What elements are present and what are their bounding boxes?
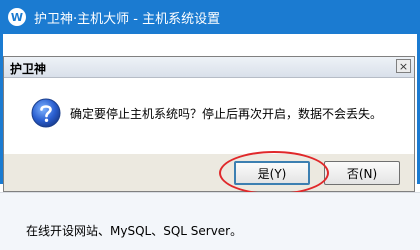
app-body-strip	[0, 192, 420, 250]
no-button[interactable]: 否(N)	[324, 161, 400, 185]
app-titlebar: W 护卫神·主机大师 - 主机系统设置	[0, 0, 420, 34]
dialog-message: 确定要停止主机系统吗？停止后再次开启，数据不会丢失。	[70, 107, 383, 121]
dialog-close-button[interactable]: ×	[396, 59, 411, 73]
close-icon: ×	[398, 59, 409, 73]
confirm-dialog: 护卫神 × 确定要停止主机系统吗？停止后再次开启，数据不会丢失。 是(Y) 否(…	[3, 56, 415, 192]
dialog-content: 确定要停止主机系统吗？停止后再次开启，数据不会丢失。	[4, 78, 414, 154]
app-logo-icon: W	[8, 8, 26, 26]
dialog-titlebar[interactable]: 护卫神 ×	[4, 57, 414, 78]
app-body-divider	[0, 192, 420, 193]
footer-text: 在线开设网站、MySQL、SQL Server。	[26, 224, 243, 238]
dialog-button-bar: 是(Y) 否(N)	[4, 154, 414, 191]
app-title: 护卫神·主机大师 - 主机系统设置	[34, 11, 221, 27]
question-icon	[31, 98, 61, 128]
dialog-title: 护卫神	[10, 62, 47, 76]
yes-button[interactable]: 是(Y)	[234, 161, 310, 185]
